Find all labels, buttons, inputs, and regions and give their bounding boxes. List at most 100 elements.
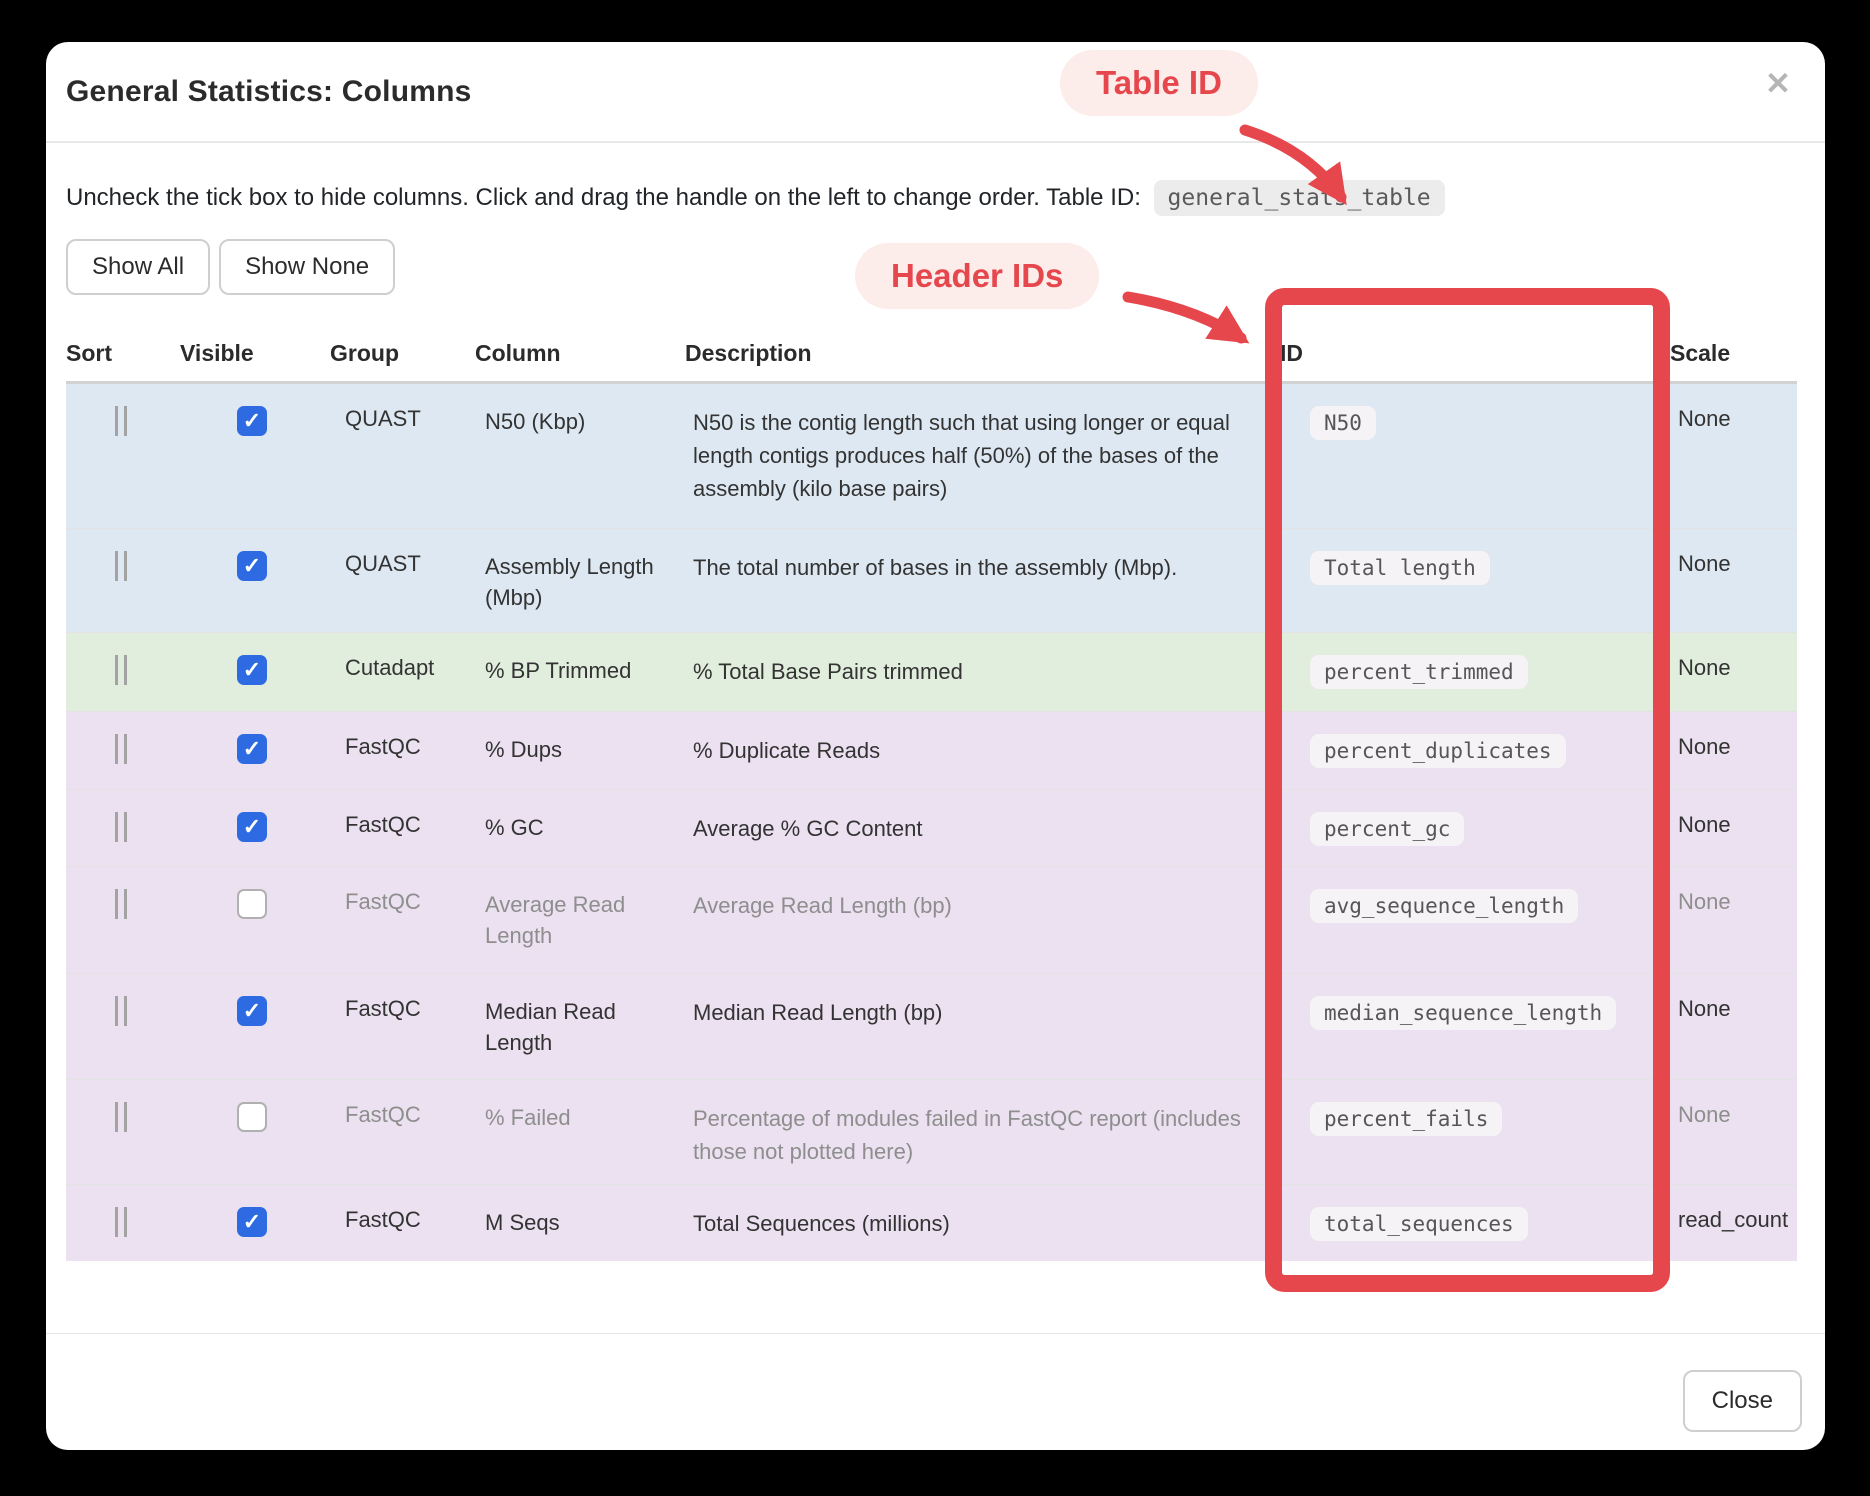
scale-cell: None (1670, 790, 1797, 867)
drag-handle-icon[interactable] (115, 734, 127, 764)
checkmark-icon: ✓ (243, 555, 261, 577)
id-cell: percent_gc (1280, 790, 1670, 867)
id-badge: percent_gc (1310, 812, 1464, 846)
visible-cell: ✓ (180, 790, 330, 867)
id-cell: Total length (1280, 529, 1670, 633)
visible-cell: ✓ (180, 1080, 330, 1185)
visible-checkbox-checked[interactable]: ✓ (237, 812, 267, 842)
table-row: ✓ FastQCAverage Read LengthAverage Read L… (66, 867, 1797, 974)
visible-checkbox-checked[interactable]: ✓ (237, 551, 267, 581)
modal-title: General Statistics: Columns (66, 75, 472, 109)
table-id-annotation-pill: Table ID (1060, 50, 1258, 116)
header-id: ID (1280, 328, 1670, 383)
sort-cell (66, 383, 180, 529)
description-cell: Average % GC Content (685, 790, 1280, 867)
drag-handle-icon[interactable] (115, 1207, 127, 1237)
id-badge: percent_trimmed (1310, 655, 1528, 689)
drag-handle-icon[interactable] (115, 1102, 127, 1132)
id-badge: total_sequences (1310, 1207, 1528, 1241)
intro-sentence: Uncheck the tick box to hide columns. Cl… (66, 184, 1141, 211)
group-cell: FastQC (330, 867, 475, 974)
visible-cell: ✓ (180, 383, 330, 529)
drag-handle-icon[interactable] (115, 812, 127, 842)
table-row: ✓QUASTN50 (Kbp)N50 is the contig length … (66, 383, 1797, 529)
visible-checkbox-unchecked[interactable]: ✓ (237, 889, 267, 919)
scale-cell: None (1670, 383, 1797, 529)
description-cell: Total Sequences (millions) (685, 1185, 1280, 1261)
drag-handle-icon[interactable] (115, 996, 127, 1026)
columns-table-body: ✓QUASTN50 (Kbp)N50 is the contig length … (66, 383, 1797, 1261)
visible-checkbox-unchecked[interactable]: ✓ (237, 1102, 267, 1132)
id-cell: N50 (1280, 383, 1670, 529)
group-cell: QUAST (330, 529, 475, 633)
close-icon[interactable]: ✕ (1765, 68, 1791, 99)
scale-cell: None (1670, 633, 1797, 712)
drag-handle-icon[interactable] (115, 551, 127, 581)
table-row: ✓Cutadapt% BP Trimmed% Total Base Pairs … (66, 633, 1797, 712)
column-cell: % Dups (475, 712, 685, 790)
modal-footer: Close (46, 1333, 1825, 1450)
id-cell: total_sequences (1280, 1185, 1670, 1261)
column-cell: M Seqs (475, 1185, 685, 1261)
visible-checkbox-checked[interactable]: ✓ (237, 734, 267, 764)
scale-cell: None (1670, 1080, 1797, 1185)
header-sort: Sort (66, 328, 180, 383)
header-column: Column (475, 328, 685, 383)
id-cell: percent_fails (1280, 1080, 1670, 1185)
modal-body: Uncheck the tick box to hide columns. Cl… (46, 184, 1825, 1261)
group-cell: FastQC (330, 790, 475, 867)
sort-cell (66, 633, 180, 712)
checkmark-icon: ✓ (243, 1211, 261, 1233)
close-button[interactable]: Close (1683, 1370, 1802, 1432)
show-none-button[interactable]: Show None (219, 239, 395, 295)
visible-checkbox-checked[interactable]: ✓ (237, 996, 267, 1026)
column-cell: N50 (Kbp) (475, 383, 685, 529)
group-cell: QUAST (330, 383, 475, 529)
header-scale: Scale (1670, 328, 1797, 383)
visible-cell: ✓ (180, 633, 330, 712)
table-row: ✓ FastQC% Dups% Duplicate Reads percent_du… (66, 712, 1797, 790)
group-cell: FastQC (330, 974, 475, 1080)
group-cell: FastQC (330, 1080, 475, 1185)
table-row: ✓QUASTAssembly Length (Mbp)The total num… (66, 529, 1797, 633)
description-cell: Average Read Length (bp) (685, 867, 1280, 974)
modal-header: General Statistics: Columns ✕ (46, 42, 1825, 143)
id-badge: Total length (1310, 551, 1490, 585)
header-ids-annotation-pill: Header IDs (855, 243, 1099, 309)
sort-cell (66, 974, 180, 1080)
visible-cell: ✓ (180, 529, 330, 633)
checkmark-icon: ✓ (243, 659, 261, 681)
checkmark-icon: ✓ (243, 738, 261, 760)
table-row: ✓ FastQCM SeqsTotal Sequences (millions) t… (66, 1185, 1797, 1261)
scale-cell: None (1670, 712, 1797, 790)
id-badge: median_sequence_length (1310, 996, 1616, 1030)
checkmark-icon: ✓ (243, 410, 261, 432)
visible-checkbox-checked[interactable]: ✓ (237, 406, 267, 436)
table-id-code-badge: general_stats_table (1154, 180, 1445, 216)
sort-cell (66, 1185, 180, 1261)
drag-handle-icon[interactable] (115, 406, 127, 436)
show-all-button[interactable]: Show All (66, 239, 210, 295)
id-badge: percent_duplicates (1310, 734, 1566, 768)
scale-cell: None (1670, 867, 1797, 974)
sort-cell (66, 867, 180, 974)
description-cell: Median Read Length (bp) (685, 974, 1280, 1080)
visible-cell: ✓ (180, 867, 330, 974)
drag-handle-icon[interactable] (115, 889, 127, 919)
id-badge: percent_fails (1310, 1102, 1502, 1136)
group-cell: FastQC (330, 712, 475, 790)
visible-cell: ✓ (180, 974, 330, 1080)
id-badge: avg_sequence_length (1310, 889, 1578, 923)
checkmark-icon: ✓ (243, 816, 261, 838)
header-description: Description (685, 328, 1280, 383)
visible-cell: ✓ (180, 1185, 330, 1261)
description-cell: % Duplicate Reads (685, 712, 1280, 790)
sort-cell (66, 529, 180, 633)
visible-checkbox-checked[interactable]: ✓ (237, 1207, 267, 1237)
table-row: ✓FastQC% FailedPercentage of modules fai… (66, 1080, 1797, 1185)
column-cell: Average Read Length (475, 867, 685, 974)
drag-handle-icon[interactable] (115, 655, 127, 685)
visible-cell: ✓ (180, 712, 330, 790)
group-cell: FastQC (330, 1185, 475, 1261)
visible-checkbox-checked[interactable]: ✓ (237, 655, 267, 685)
